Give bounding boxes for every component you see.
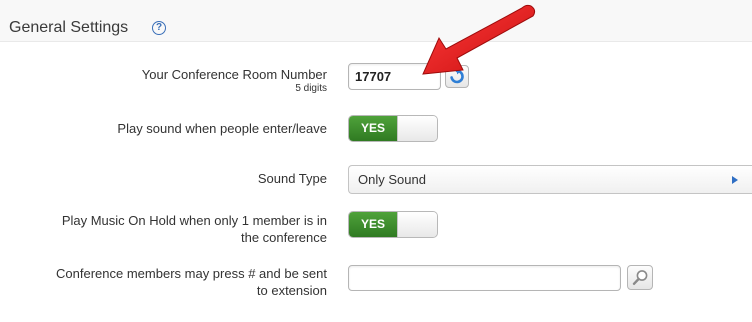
play-sound-toggle[interactable]: YES: [348, 115, 438, 142]
music-on-hold-label-line1: Play Music On Hold when only 1 member is…: [61, 213, 327, 228]
music-on-hold-label: Play Music On Hold when only 1 member is…: [62, 212, 327, 246]
press-hash-label-line1: Conference members may press # and be se…: [56, 266, 327, 281]
press-hash-label-line2: to extension: [256, 283, 327, 298]
music-on-hold-toggle-on: YES: [349, 212, 397, 237]
room-number-label: Your Conference Room Number 5 digits: [142, 66, 327, 95]
sound-type-value: Only Sound: [358, 172, 426, 187]
room-number-hint: 5 digits: [295, 83, 327, 94]
extension-search-button[interactable]: [627, 265, 653, 290]
music-on-hold-toggle[interactable]: YES: [348, 211, 438, 238]
press-hash-label: Conference members may press # and be se…: [56, 265, 327, 299]
help-icon[interactable]: ?: [152, 21, 166, 35]
play-sound-label: Play sound when people enter/leave: [117, 121, 327, 136]
music-on-hold-label-line2: the conference: [240, 230, 327, 245]
general-settings-page: General Settings ? Your Conference Room …: [0, 0, 752, 322]
room-number-label-text: Your Conference Room Number: [141, 67, 327, 82]
music-on-hold-toggle-knob: [397, 212, 437, 237]
section-title: General Settings: [9, 19, 129, 36]
red-arrow-annotation: [422, 4, 536, 75]
magnifier-icon: [632, 270, 648, 286]
play-sound-toggle-on: YES: [349, 116, 397, 141]
section-header: General Settings ?: [0, 0, 752, 42]
play-sound-toggle-knob: [397, 116, 437, 141]
sound-type-select[interactable]: Only Sound: [348, 165, 752, 194]
sound-type-label: Sound Type: [257, 171, 327, 186]
extension-input[interactable]: [348, 265, 621, 291]
triangle-right-icon: [732, 176, 738, 184]
